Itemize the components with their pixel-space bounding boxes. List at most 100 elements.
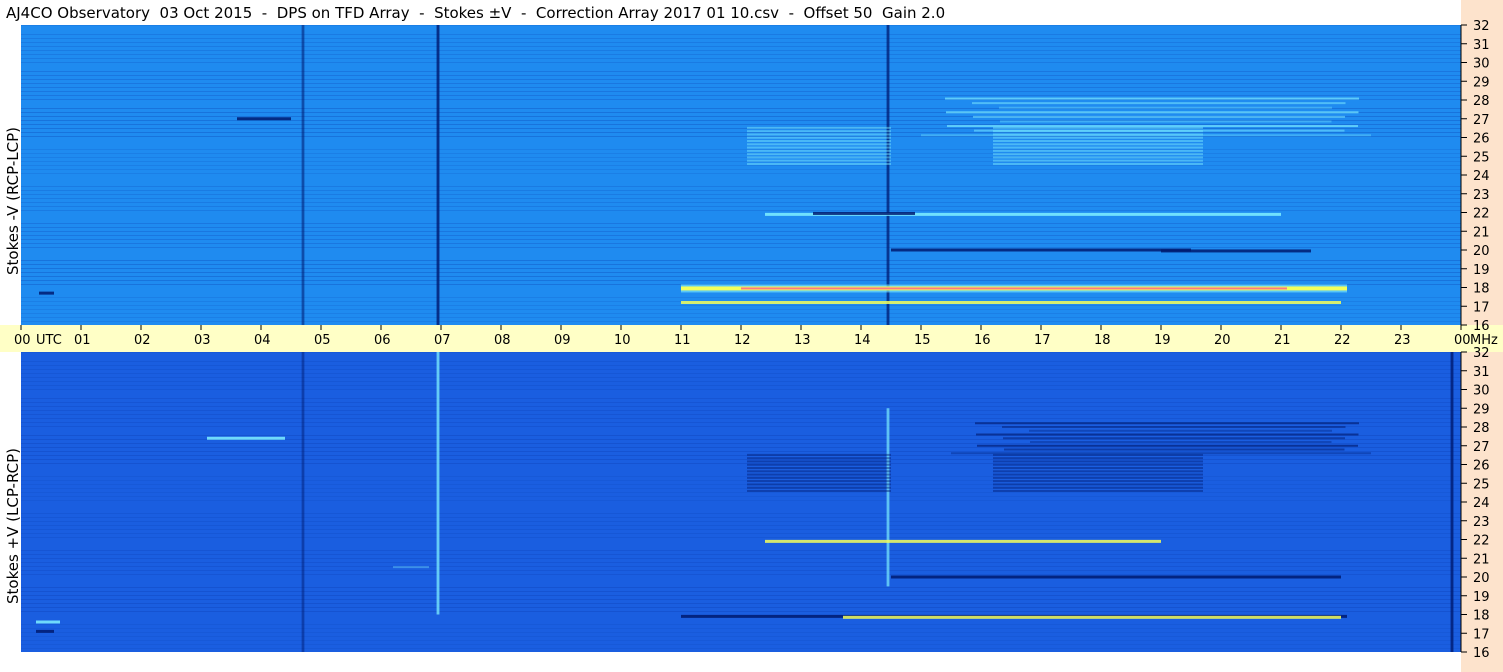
noise-line [21, 247, 1461, 248]
noise-line [21, 132, 1461, 133]
noise-line [21, 91, 1461, 92]
noise-line [21, 484, 1461, 485]
noise-line [21, 202, 1461, 203]
noise-line [21, 58, 1461, 59]
y-tick-label: 29 [1473, 402, 1490, 417]
noise-line [21, 570, 1461, 571]
signal-band [39, 291, 54, 295]
noise-line [21, 305, 1461, 306]
noise-line [21, 554, 1461, 555]
x-unit-label: UTC [36, 333, 62, 348]
y-tick-label: 29 [1473, 75, 1490, 90]
noise-line [21, 488, 1461, 489]
noise-line [21, 169, 1461, 170]
top-spectrogram [21, 25, 1461, 325]
noise-line [21, 480, 1461, 481]
signal-band [36, 629, 54, 633]
noise-line [21, 25, 1461, 26]
stripe-artifact [993, 156, 1203, 159]
signal-band [237, 117, 291, 121]
vertical-interference-core [302, 25, 304, 325]
noise-line [21, 451, 1461, 452]
y-tick-label: 23 [1473, 515, 1490, 530]
signal-band [36, 620, 60, 624]
noise-line [21, 231, 1461, 232]
noise-line [21, 79, 1461, 80]
stripe-artifact [747, 467, 891, 470]
noise-line [21, 632, 1461, 633]
x-tick-label: 16 [974, 333, 991, 348]
y-tick-label: 20 [1473, 571, 1490, 586]
emission-streak [1004, 448, 1345, 451]
stripe-artifact [993, 133, 1203, 136]
vertical-interference-core [437, 25, 439, 325]
noise-line [21, 165, 1461, 166]
stripe-artifact [993, 149, 1203, 152]
noise-line [21, 268, 1461, 269]
noise-line [21, 352, 1461, 353]
stripe-artifact [993, 140, 1203, 143]
noise-line [21, 280, 1461, 281]
x-tick-label: 00 [14, 333, 31, 348]
noise-line [21, 492, 1461, 493]
noise-line [21, 607, 1461, 608]
stripe-artifact [747, 473, 891, 476]
noise-line [21, 402, 1461, 403]
stripe-artifact [993, 483, 1203, 486]
vertical-interference-core [302, 352, 304, 652]
stripe-artifact [993, 460, 1203, 463]
noise-line [21, 369, 1461, 370]
y-tick-label: 24 [1473, 496, 1490, 511]
stripe-artifact [993, 130, 1203, 133]
top-panel-ylabel: Stokes -V (RCP-LCP) [4, 127, 22, 275]
y-tick-label: 27 [1473, 113, 1490, 128]
bottom-spectrogram [21, 352, 1461, 652]
noise-line [21, 406, 1461, 407]
stripe-artifact [747, 453, 891, 456]
noise-line [21, 38, 1461, 39]
x-tick-label: 22 [1334, 333, 1351, 348]
noise-line [21, 385, 1461, 386]
noise-line [21, 566, 1461, 567]
noise-line [21, 95, 1461, 96]
x-tick-label: 09 [554, 333, 571, 348]
noise-line [21, 636, 1461, 637]
noise-line [21, 223, 1461, 224]
noise-line [21, 276, 1461, 277]
noise-line [21, 313, 1461, 314]
x-tick-label: 02 [134, 333, 151, 348]
noise-line [21, 599, 1461, 600]
noise-line [21, 194, 1461, 195]
signal-band-peak [741, 287, 1287, 290]
emission-streak [947, 125, 1358, 128]
stripe-artifact [993, 463, 1203, 466]
noise-line [21, 373, 1461, 374]
y-tick-label: 17 [1473, 627, 1490, 642]
stripe-artifact [747, 146, 891, 149]
x-tick-label: 18 [1094, 333, 1111, 348]
noise-line [21, 317, 1461, 318]
stripe-artifact [747, 140, 891, 143]
noise-line [21, 611, 1461, 612]
y-tick-label: 16 [1473, 646, 1490, 661]
y-tick-label: 20 [1473, 244, 1490, 259]
noise-line [21, 381, 1461, 382]
y-tick-label: 26 [1473, 132, 1490, 147]
stripe-artifact [747, 463, 891, 466]
noise-line [21, 75, 1461, 76]
stripe-artifact [993, 159, 1203, 162]
x-tick-label: 05 [314, 333, 331, 348]
y-tick-label: 18 [1473, 282, 1490, 297]
y-tick-label: 21 [1473, 552, 1490, 567]
stripe-artifact [993, 453, 1203, 456]
noise-line [21, 153, 1461, 154]
top-frequency-axis: 16 17 18 19 20 21 22 23 24 25 26 27 28 29 30 31 32 [1460, 0, 1503, 334]
noise-line [21, 414, 1461, 415]
y-tick-label: 28 [1473, 94, 1490, 109]
noise-line [21, 517, 1461, 518]
y-tick-label: 19 [1473, 590, 1490, 605]
x-tick-label: 03 [194, 333, 211, 348]
x-tick-label: 17 [1034, 333, 1051, 348]
noise-line [21, 365, 1461, 366]
noise-line [21, 361, 1461, 362]
